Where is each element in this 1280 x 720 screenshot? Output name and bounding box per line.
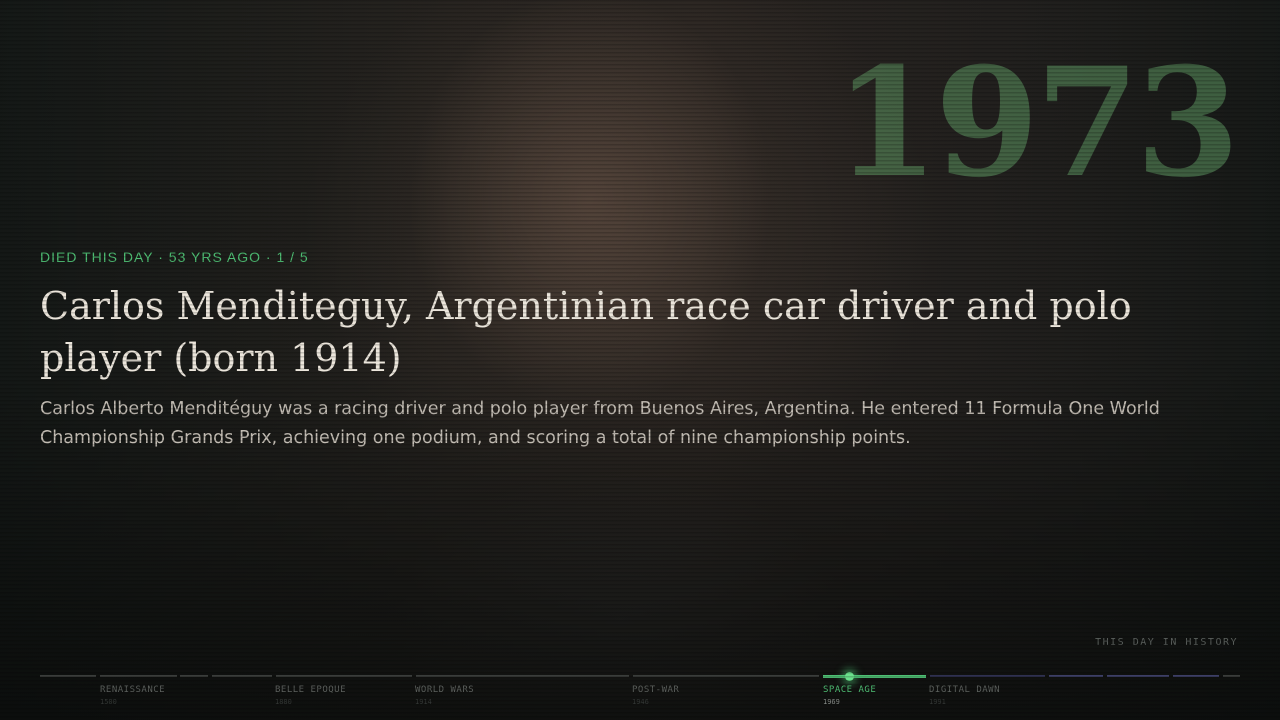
era-label-digital-dawn[interactable]: DIGITAL DAWN [929, 685, 1000, 695]
timeline-segment [276, 675, 412, 677]
event-description: Carlos Alberto Menditéguy was a racing d… [40, 399, 1160, 448]
timeline-segment [180, 675, 208, 677]
timeline-segment [40, 675, 96, 677]
era-label-post-war[interactable]: POST-WAR [632, 685, 679, 695]
era-year: 1880 [275, 698, 292, 706]
era-year: 1991 [929, 698, 946, 706]
era-label-space-age[interactable]: SPACE AGE [823, 685, 876, 695]
timeline-segment [1107, 675, 1169, 677]
timeline-segment [416, 675, 629, 677]
era-timeline[interactable]: RENAISSANCE 1500 BELLE EPOQUE 1880 WORLD… [40, 672, 1240, 720]
era-year: 1914 [415, 698, 432, 706]
timeline-segment [633, 675, 819, 677]
era-label-world-wars[interactable]: WORLD WARS [415, 685, 474, 695]
era-year-current: 1969 [823, 698, 840, 706]
event-kicker: DIED THIS DAY · 53 YRS AGO · 1 / 5 [40, 249, 309, 265]
era-year: 1500 [100, 698, 117, 706]
timeline-segment [212, 675, 272, 677]
era-label-belle-epoque[interactable]: BELLE EPOQUE [275, 685, 346, 695]
era-label-renaissance[interactable]: RENAISSANCE [100, 685, 165, 695]
timeline-current-marker[interactable] [845, 672, 854, 681]
timeline-segment-active [823, 675, 926, 678]
timeline-segment [930, 675, 1045, 677]
timeline-segment [1173, 675, 1219, 677]
timeline-segment [100, 675, 177, 677]
year-watermark: 1973 [834, 35, 1240, 211]
app-tagline: THIS DAY IN HISTORY [1095, 637, 1238, 648]
timeline-segment [1223, 675, 1240, 677]
era-year: 1946 [632, 698, 649, 706]
timeline-segment [1049, 675, 1103, 677]
event-title: Carlos Menditeguy, Argentinian race car … [40, 284, 1132, 380]
